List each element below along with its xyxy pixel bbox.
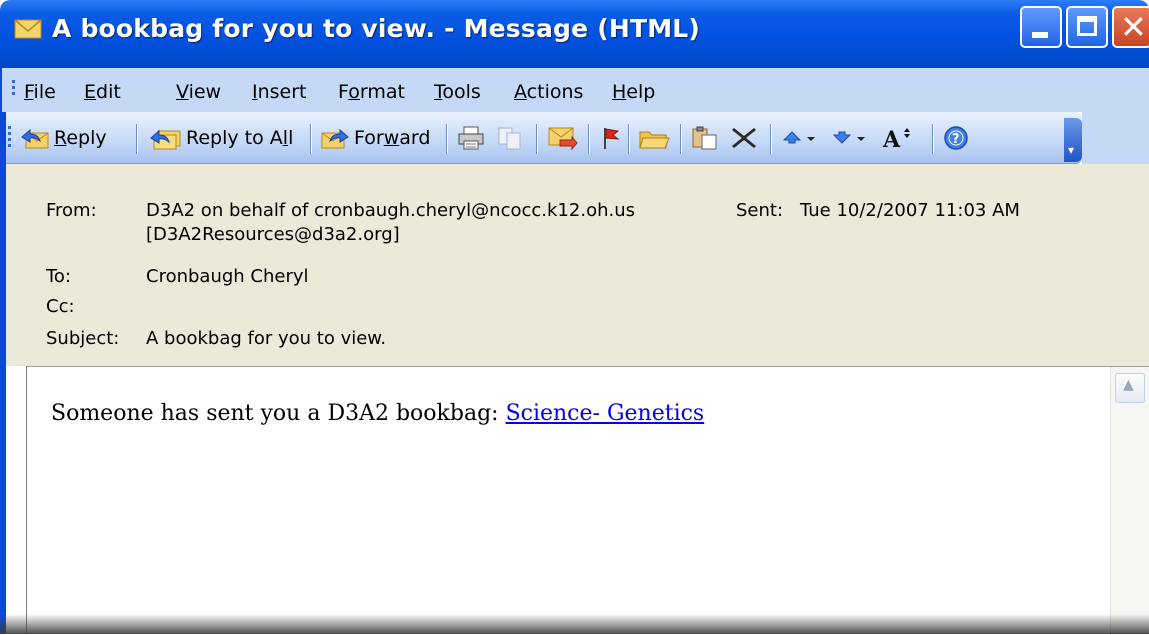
envelope-move-icon	[548, 127, 578, 151]
maximize-button[interactable]	[1066, 6, 1108, 48]
to-value[interactable]: Cronbaugh Cheryl	[146, 266, 309, 287]
down-arrow-icon	[832, 131, 852, 144]
message-window: A bookbag for you to view. - Message (HT…	[0, 0, 1149, 635]
cc-label: Cc:	[46, 296, 75, 317]
copy-icon	[498, 127, 521, 150]
subject-label: Subject:	[46, 328, 120, 349]
toolbar-chevron-icon: ▾	[1068, 143, 1075, 157]
scroll-up-arrow-icon: ▲	[1123, 377, 1134, 393]
menu-actions[interactable]: Actions	[514, 81, 583, 103]
forward-icon	[321, 128, 349, 149]
message-body[interactable]: Someone has sent you a D3A2 bookbag: Sci…	[26, 366, 1149, 635]
from-label: From:	[46, 200, 97, 221]
bottom-shadow	[0, 614, 1149, 634]
menu-help[interactable]: Help	[612, 81, 655, 103]
reply-all-icon	[150, 129, 181, 150]
clipboard-icon	[692, 126, 717, 150]
svg-text:?: ?	[952, 132, 960, 147]
vertical-scrollbar[interactable]: ▲	[1110, 367, 1149, 635]
menu-bar: File Edit View Insert Format Tools Actio…	[0, 68, 1149, 112]
toolbar-options-button[interactable]: ▾	[1064, 118, 1082, 162]
flag-icon	[604, 128, 620, 149]
toolbar-separator	[136, 124, 137, 154]
menu-tools[interactable]: Tools	[434, 81, 481, 103]
sent-label: Sent:	[736, 200, 784, 221]
minimize-icon	[1032, 32, 1048, 38]
print-button[interactable]	[456, 118, 486, 158]
toolbar-separator	[588, 124, 589, 154]
printer-icon	[458, 126, 484, 150]
delete-button[interactable]	[730, 118, 758, 158]
scroll-up-button[interactable]: ▲	[1115, 373, 1145, 403]
help-button[interactable]: ?	[942, 118, 970, 158]
message-header: From: D3A2 on behalf of cronbaugh.cheryl…	[0, 164, 1149, 366]
body-text: Someone has sent you a D3A2 bookbag: Sci…	[51, 401, 704, 426]
menu-format[interactable]: Format	[338, 81, 405, 103]
move-copy-button[interactable]	[690, 118, 720, 158]
toolbar-separator	[932, 124, 933, 154]
subject-value: A bookbag for you to view.	[146, 328, 387, 349]
forward-button[interactable]: Forward	[320, 118, 430, 158]
toolbar-separator	[770, 124, 771, 154]
follow-up-button[interactable]	[598, 118, 622, 158]
toolbar-separator	[628, 124, 629, 154]
open-folder-button[interactable]	[638, 118, 670, 158]
font-size-button[interactable]: A	[880, 118, 914, 158]
close-icon: ✕	[1120, 8, 1147, 46]
maximize-icon	[1077, 16, 1097, 36]
font-size-icon: A	[882, 127, 910, 152]
bookbag-link[interactable]: Science- Genetics	[506, 401, 705, 426]
copy-button	[496, 118, 524, 158]
menu-view[interactable]: View	[176, 81, 221, 103]
toolbar-separator	[536, 124, 537, 154]
dropdown-arrow-icon[interactable]	[804, 125, 818, 151]
move-to-folder-button[interactable]	[546, 118, 578, 158]
standard-toolbar: Reply Reply to All Forward A ?	[0, 112, 1082, 164]
help-question-icon: ?	[944, 126, 968, 150]
window-title: A bookbag for you to view. - Message (HT…	[52, 14, 701, 43]
to-label: To:	[46, 266, 72, 287]
menu-file[interactable]: File	[24, 81, 56, 103]
reply-button[interactable]: Reply	[20, 118, 107, 158]
toolbar-separator	[310, 124, 311, 154]
svg-text:A: A	[882, 127, 901, 152]
toolbar-grip-icon[interactable]	[8, 126, 11, 150]
previous-item-button[interactable]	[780, 118, 818, 158]
envelope-icon	[14, 19, 42, 39]
next-item-button[interactable]	[830, 118, 868, 158]
toolbar-background	[1082, 112, 1149, 164]
menu-grip-icon[interactable]	[12, 80, 15, 98]
reply-icon	[21, 128, 49, 149]
sent-value: Tue 10/2/2007 11:03 AM	[800, 200, 1020, 221]
menu-insert[interactable]: Insert	[252, 81, 307, 103]
minimize-button[interactable]	[1020, 6, 1062, 48]
from-value[interactable]: D3A2 on behalf of cronbaugh.cheryl@ncocc…	[146, 200, 635, 221]
toolbar-separator	[446, 124, 447, 154]
title-bar[interactable]: A bookbag for you to view. - Message (HT…	[0, 0, 1149, 68]
close-button[interactable]: ✕	[1112, 6, 1149, 48]
folder-icon	[639, 131, 670, 149]
dropdown-arrow-icon[interactable]	[854, 125, 868, 151]
reply-to-all-button[interactable]: Reply to All	[150, 118, 293, 158]
window-left-border	[0, 112, 6, 634]
from-address[interactable]: [D3A2Resources@d3a2.org]	[146, 224, 400, 245]
delete-x-icon	[732, 128, 756, 148]
menu-edit[interactable]: Edit	[84, 81, 121, 103]
up-arrow-icon	[782, 131, 802, 144]
body-message: Someone has sent you a D3A2 bookbag:	[51, 401, 506, 426]
toolbar-separator	[680, 124, 681, 154]
